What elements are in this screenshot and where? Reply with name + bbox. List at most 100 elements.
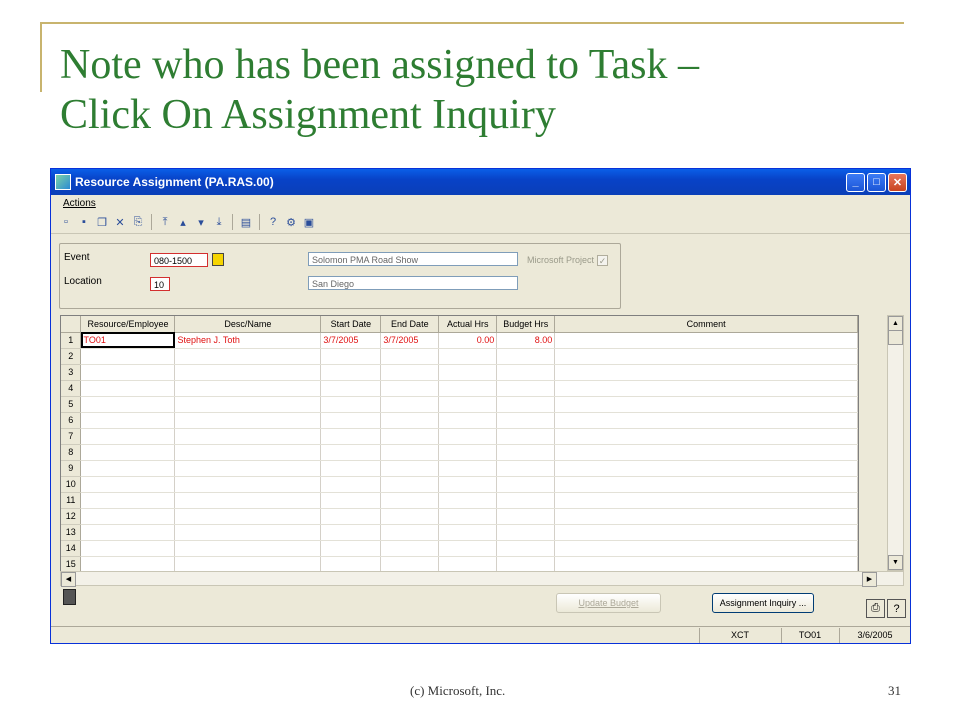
table-cell-start[interactable]: 3/7/2005: [320, 332, 382, 349]
table-cell-budget[interactable]: [496, 524, 556, 541]
table-cell-desc[interactable]: [174, 412, 322, 429]
column-header[interactable]: Budget Hrs: [496, 316, 556, 333]
table-cell-actual[interactable]: [438, 524, 498, 541]
table-cell-resource[interactable]: [80, 380, 176, 397]
table-cell-budget[interactable]: [496, 428, 556, 445]
table-cell-actual[interactable]: [438, 444, 498, 461]
table-cell-resource[interactable]: [80, 540, 176, 557]
table-cell-start[interactable]: [320, 396, 382, 413]
table-cell-budget[interactable]: [496, 476, 556, 493]
table-cell-end[interactable]: [380, 556, 440, 572]
last-icon[interactable]: ⤓: [212, 215, 226, 229]
table-cell-budget[interactable]: [496, 380, 556, 397]
table-cell-end[interactable]: [380, 508, 440, 525]
save-icon[interactable]: ▪: [77, 215, 91, 229]
table-cell-start[interactable]: [320, 444, 382, 461]
row-number[interactable]: 3: [61, 364, 82, 381]
table-cell-actual[interactable]: [438, 492, 498, 509]
table-cell-resource[interactable]: [80, 508, 176, 525]
table-cell-desc[interactable]: [174, 508, 322, 525]
table-cell-desc[interactable]: [174, 364, 322, 381]
table-cell-end[interactable]: 3/7/2005: [380, 332, 440, 349]
table-cell-budget[interactable]: [496, 492, 556, 509]
table-cell-resource[interactable]: TO01: [80, 332, 176, 349]
table-cell-end[interactable]: [380, 412, 440, 429]
table-cell-budget[interactable]: [496, 540, 556, 557]
cancel-icon[interactable]: ⎘: [131, 215, 145, 229]
scroll-down-icon[interactable]: ▼: [888, 555, 903, 570]
scroll-up-icon[interactable]: ▲: [888, 316, 903, 331]
table-cell-end[interactable]: [380, 428, 440, 445]
table-cell-start[interactable]: [320, 364, 382, 381]
table-cell-comment[interactable]: [554, 380, 858, 397]
column-header[interactable]: End Date: [380, 316, 440, 333]
horizontal-scrollbar[interactable]: ◀ ▶: [60, 571, 904, 587]
table-cell-desc[interactable]: [174, 524, 322, 541]
table-cell-resource[interactable]: [80, 476, 176, 493]
table-cell-actual[interactable]: [438, 364, 498, 381]
table-cell-start[interactable]: [320, 508, 382, 525]
table-cell-end[interactable]: [380, 348, 440, 365]
table-cell-comment[interactable]: [554, 444, 858, 461]
row-number[interactable]: 1: [61, 332, 82, 349]
print-icon[interactable]: ▤: [239, 215, 253, 229]
table-cell-desc[interactable]: [174, 428, 322, 445]
next-icon[interactable]: ▾: [194, 215, 208, 229]
new-icon[interactable]: ▫: [59, 215, 73, 229]
table-cell-end[interactable]: [380, 364, 440, 381]
event-lookup-icon[interactable]: [212, 253, 224, 266]
table-cell-resource[interactable]: [80, 556, 176, 572]
row-number[interactable]: 13: [61, 524, 82, 541]
table-cell-comment[interactable]: [554, 332, 858, 349]
table-cell-start[interactable]: [320, 492, 382, 509]
row-number[interactable]: 12: [61, 508, 82, 525]
table-cell-desc[interactable]: [174, 396, 322, 413]
menu-actions[interactable]: Actions: [63, 198, 96, 209]
table-cell-actual[interactable]: [438, 556, 498, 572]
table-cell-budget[interactable]: [496, 508, 556, 525]
table-cell-end[interactable]: [380, 444, 440, 461]
table-cell-resource[interactable]: [80, 492, 176, 509]
table-cell-actual[interactable]: [438, 476, 498, 493]
table-cell-comment[interactable]: [554, 492, 858, 509]
table-cell-start[interactable]: [320, 556, 382, 572]
table-cell-start[interactable]: [320, 428, 382, 445]
table-cell-start[interactable]: [320, 460, 382, 477]
table-cell-desc[interactable]: [174, 444, 322, 461]
table-row[interactable]: 5: [61, 396, 858, 413]
table-cell-desc[interactable]: [174, 540, 322, 557]
table-cell-comment[interactable]: [554, 460, 858, 477]
table-cell-start[interactable]: [320, 524, 382, 541]
table-cell-actual[interactable]: [438, 460, 498, 477]
table-row[interactable]: 8: [61, 444, 858, 461]
table-cell-resource[interactable]: [80, 364, 176, 381]
table-cell-desc[interactable]: Stephen J. Toth: [174, 332, 322, 349]
table-cell-resource[interactable]: [80, 348, 176, 365]
table-cell-resource[interactable]: [80, 396, 176, 413]
table-cell-comment[interactable]: [554, 556, 858, 572]
row-number[interactable]: 6: [61, 412, 82, 429]
table-cell-end[interactable]: [380, 396, 440, 413]
copy-icon[interactable]: ❐: [95, 215, 109, 229]
window-titlebar[interactable]: Resource Assignment (PA.RAS.00) _ □ ✕: [51, 169, 910, 195]
table-cell-end[interactable]: [380, 476, 440, 493]
table-cell-comment[interactable]: [554, 540, 858, 557]
table-row[interactable]: 13: [61, 524, 858, 541]
table-cell-comment[interactable]: [554, 508, 858, 525]
table-cell-desc[interactable]: [174, 348, 322, 365]
minimize-button[interactable]: _: [846, 172, 865, 192]
table-cell-budget[interactable]: [496, 460, 556, 477]
row-number[interactable]: 8: [61, 444, 82, 461]
table-cell-budget[interactable]: [496, 412, 556, 429]
table-row[interactable]: 9: [61, 460, 858, 477]
table-cell-budget[interactable]: [496, 364, 556, 381]
table-cell-start[interactable]: [320, 540, 382, 557]
table-cell-actual[interactable]: [438, 428, 498, 445]
table-cell-actual[interactable]: [438, 540, 498, 557]
note-icon[interactable]: [63, 589, 76, 605]
row-number[interactable]: 5: [61, 396, 82, 413]
table-row[interactable]: 1 TO01 Stephen J. Toth 3/7/2005 3/7/2005 0.00…: [61, 332, 858, 349]
table-cell-comment[interactable]: [554, 396, 858, 413]
table-cell-comment[interactable]: [554, 348, 858, 365]
table-row[interactable]: 11: [61, 492, 858, 509]
